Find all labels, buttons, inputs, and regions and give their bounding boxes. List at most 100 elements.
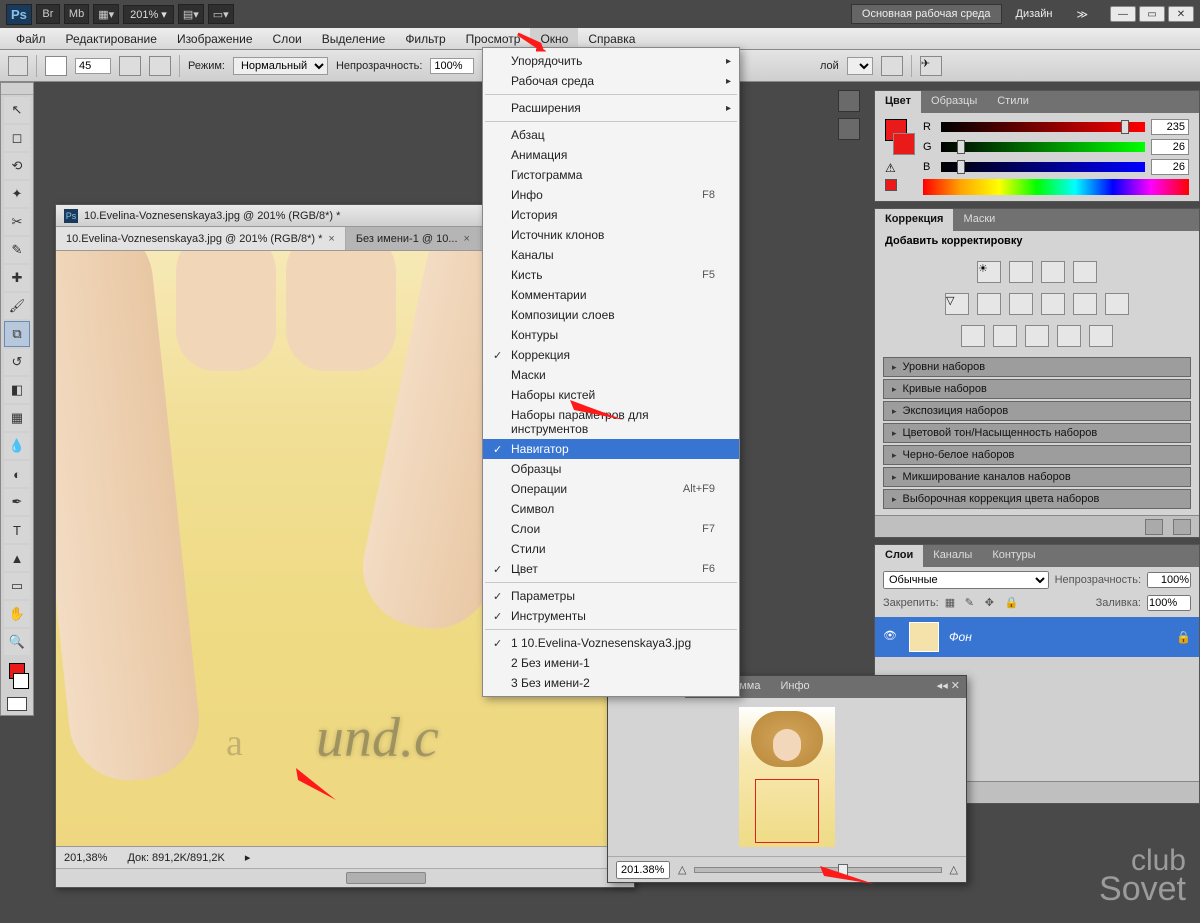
dock-icon-1[interactable]: [838, 90, 860, 112]
scrollbar-thumb[interactable]: [346, 872, 426, 884]
layer-name[interactable]: Фон: [949, 630, 972, 644]
menu-help[interactable]: Справка: [578, 28, 645, 49]
menu-options[interactable]: Параметры: [483, 586, 739, 606]
zoom-level[interactable]: 201% ▾: [123, 5, 174, 24]
gamut-color[interactable]: [885, 179, 897, 191]
move-tool[interactable]: ↖: [4, 97, 30, 123]
menu-select[interactable]: Выделение: [312, 28, 396, 49]
b-input[interactable]: [1151, 159, 1189, 175]
zoom-out-icon[interactable]: △: [678, 863, 686, 876]
menu-brush-presets[interactable]: Наборы кистей: [483, 385, 739, 405]
brush-picker-button[interactable]: [119, 56, 141, 76]
menu-tools[interactable]: Инструменты: [483, 606, 739, 626]
workspace-more-button[interactable]: ≫: [1066, 5, 1098, 24]
hue-icon[interactable]: [977, 293, 1001, 315]
tab-channels[interactable]: Каналы: [923, 545, 982, 567]
ignore-adj-button[interactable]: [881, 56, 903, 76]
opacity-input[interactable]: [430, 58, 474, 74]
preset-row[interactable]: ▸Выборочная коррекция цвета наборов: [883, 489, 1191, 509]
menu-window-1[interactable]: 1 10.Evelina-Voznesenskaya3.jpg: [483, 633, 739, 653]
menu-workspace[interactable]: Рабочая среда: [483, 71, 739, 91]
menu-window-2[interactable]: 2 Без имени-1: [483, 653, 739, 673]
layer-fill-input[interactable]: [1147, 595, 1191, 611]
hand-tool[interactable]: ✋: [4, 601, 30, 627]
menu-swatches[interactable]: Образцы: [483, 459, 739, 479]
selective-color-icon[interactable]: [1089, 325, 1113, 347]
pressure-size-button[interactable]: ✈: [920, 56, 942, 76]
preset-row[interactable]: ▸Кривые наборов: [883, 379, 1191, 399]
layer-opacity-input[interactable]: [1147, 572, 1191, 588]
background-color[interactable]: [13, 673, 29, 689]
menu-image[interactable]: Изображение: [167, 28, 263, 49]
quick-select-tool[interactable]: ✦: [4, 181, 30, 207]
status-docsize[interactable]: Док: 891,2K/891,2K: [127, 852, 224, 864]
close-tab-icon[interactable]: ×: [464, 233, 470, 245]
slider-knob[interactable]: [838, 864, 848, 878]
history-brush-tool[interactable]: ↺: [4, 349, 30, 375]
menu-arrange[interactable]: Упорядочить: [483, 51, 739, 71]
brightness-icon[interactable]: ☀: [977, 261, 1001, 283]
tab-info[interactable]: Инфо: [770, 676, 819, 698]
menu-layer[interactable]: Слои: [263, 28, 312, 49]
quickmask-toggle[interactable]: [7, 697, 27, 711]
eyedropper-tool[interactable]: ✎: [4, 237, 30, 263]
threshold-icon[interactable]: [1025, 325, 1049, 347]
menu-info[interactable]: ИнфоF8: [483, 185, 739, 205]
preset-row[interactable]: ▸Уровни наборов: [883, 357, 1191, 377]
healing-tool[interactable]: ✚: [4, 265, 30, 291]
menu-paragraph[interactable]: Абзац: [483, 125, 739, 145]
dock-icon-2[interactable]: [838, 118, 860, 140]
document-tab-2[interactable]: Без имени-1 @ 10...×: [346, 227, 481, 250]
crop-tool[interactable]: ✂: [4, 209, 30, 235]
lock-position-icon[interactable]: ✥: [985, 596, 999, 610]
channel-mixer-icon[interactable]: [1105, 293, 1129, 315]
levels-icon[interactable]: [1009, 261, 1033, 283]
r-input[interactable]: [1151, 119, 1189, 135]
menu-comments[interactable]: Комментарии: [483, 285, 739, 305]
color-ramp[interactable]: [923, 179, 1189, 195]
menu-window[interactable]: Окно: [530, 28, 578, 49]
menu-masks[interactable]: Маски: [483, 365, 739, 385]
g-slider[interactable]: [941, 142, 1145, 152]
menu-color[interactable]: ЦветF6: [483, 559, 739, 579]
path-select-tool[interactable]: ▲: [4, 545, 30, 571]
document-tab-1[interactable]: 10.Evelina-Voznesenskaya3.jpg @ 201% (RG…: [56, 227, 346, 250]
curves-icon[interactable]: [1041, 261, 1065, 283]
navigator-thumbnail[interactable]: [739, 707, 835, 847]
menu-adjustments[interactable]: Коррекция: [483, 345, 739, 365]
menu-styles[interactable]: Стили: [483, 539, 739, 559]
type-tool[interactable]: T: [4, 517, 30, 543]
balance-icon[interactable]: [1009, 293, 1033, 315]
sample-layer-select[interactable]: [847, 57, 873, 75]
menu-window-3[interactable]: 3 Без имени-2: [483, 673, 739, 693]
bw-icon[interactable]: [1041, 293, 1065, 315]
blend-mode-select[interactable]: Обычные: [883, 571, 1049, 589]
gradient-tool[interactable]: ▦: [4, 405, 30, 431]
brush-preview[interactable]: [45, 56, 67, 76]
shape-tool[interactable]: ▭: [4, 573, 30, 599]
workspace-main-button[interactable]: Основная рабочая среда: [851, 4, 1002, 24]
preset-row[interactable]: ▸Черно-белое наборов: [883, 445, 1191, 465]
blend-mode-select[interactable]: Нормальный: [233, 57, 328, 75]
menu-animation[interactable]: Анимация: [483, 145, 739, 165]
gamut-warning-icon[interactable]: ⚠: [885, 161, 899, 175]
bridge-button[interactable]: Br: [36, 4, 60, 24]
close-tab-icon[interactable]: ×: [328, 233, 334, 245]
zoom-tool[interactable]: 🔍: [4, 629, 30, 655]
zoom-in-icon[interactable]: △: [950, 863, 958, 876]
menu-view[interactable]: Просмотр: [456, 28, 531, 49]
minibridge-button[interactable]: Mb: [64, 4, 89, 24]
blur-tool[interactable]: 💧: [4, 433, 30, 459]
photo-filter-icon[interactable]: [1073, 293, 1097, 315]
menu-tool-presets[interactable]: Наборы параметров для инструментов: [483, 405, 739, 439]
preset-row[interactable]: ▸Экспозиция наборов: [883, 401, 1191, 421]
arrange-docs-button[interactable]: ▤▾: [178, 4, 204, 24]
navigator-preview[interactable]: [608, 698, 966, 856]
brush-panel-button[interactable]: [149, 56, 171, 76]
close-button[interactable]: ✕: [1168, 6, 1194, 22]
menu-navigator[interactable]: Навигатор: [483, 439, 739, 459]
maximize-button[interactable]: ▭: [1139, 6, 1165, 22]
lasso-tool[interactable]: ⟲: [4, 153, 30, 179]
tab-color[interactable]: Цвет: [875, 91, 921, 113]
navigator-view-box[interactable]: [755, 779, 819, 843]
